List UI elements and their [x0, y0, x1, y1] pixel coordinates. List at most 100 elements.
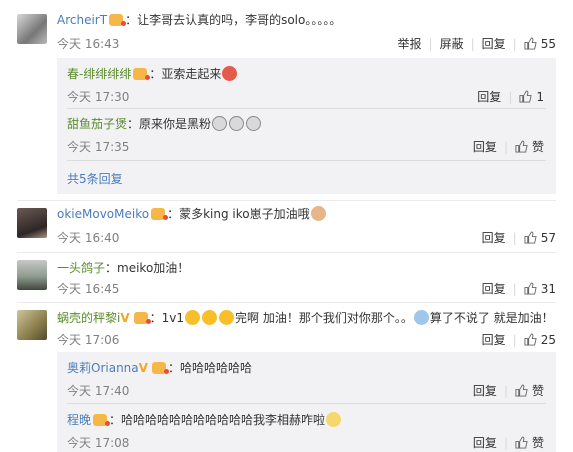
username[interactable]: 蜗壳的秤黎i [57, 311, 120, 325]
timestamp: 今天 16:40 [57, 231, 120, 245]
comment-text: ：meiko加油！ [105, 261, 190, 275]
comment-actions: 回复 | 25 [481, 333, 556, 347]
timestamp: 今天 17:30 [67, 90, 130, 104]
block-button[interactable]: 屏蔽 [440, 37, 464, 51]
like-button[interactable]: 55 [524, 37, 556, 51]
timestamp: 今天 17:08 [67, 436, 130, 450]
thumbs-up-icon [515, 436, 528, 449]
emoji-icon [222, 66, 238, 81]
comment-body: 蜗壳的秤黎iV ：1v1 完啊 加油！那个我们对你那个。。 算了不说了 就是加油！ [57, 310, 554, 326]
reply-body: 程晚 ：哈哈哈哈哈哈哈哈哈哈哈我李相赫咋啦 [67, 412, 342, 428]
like-button[interactable]: 25 [524, 333, 556, 347]
member-badge-icon [93, 414, 111, 426]
emoji-icon [202, 310, 218, 325]
reply-button[interactable]: 回复 [482, 37, 506, 51]
reply-button[interactable]: 回复 [473, 140, 497, 154]
divider [67, 160, 546, 161]
comment-item: okieMovoMeiko ：蒙多king iko崽子加油哦 今天 16:40 回… [0, 200, 573, 250]
reply-body: 春-绯绯绯绯 ：亚索走起来 [67, 66, 238, 82]
comment-text: ：让李哥去认真的吗，李哥的solo。。。。。 [125, 13, 342, 27]
emoji-icon [185, 310, 201, 325]
thumbs-up-icon [524, 37, 537, 50]
reply-button[interactable]: 回复 [473, 384, 497, 398]
reply-body: 奥莉OriannaV ：哈哈哈哈哈哈 [67, 360, 252, 376]
comment-text: 算了不说了 就是加油！ [429, 311, 554, 325]
thumbs-up-icon [515, 140, 528, 153]
reply-button[interactable]: 回复 [477, 90, 501, 104]
reply-button[interactable]: 回复 [482, 333, 506, 347]
reply-text: ：亚索走起来 [149, 67, 222, 81]
comment-body: 一头鸽子：meiko加油！ [57, 260, 189, 276]
comment-text: ：1v1 [149, 311, 185, 325]
emoji-icon [229, 116, 245, 131]
report-button[interactable]: 举报 [398, 37, 422, 51]
username[interactable]: 程晚 [67, 413, 91, 427]
like-count: 57 [540, 231, 556, 245]
member-badge-icon [109, 14, 127, 26]
divider [67, 403, 546, 404]
member-badge-icon [133, 312, 151, 324]
reply-list: 奥莉OriannaV ：哈哈哈哈哈哈 今天 17:40 回复 | 赞 程晚 ：哈哈哈哈哈… [57, 352, 556, 452]
emoji-icon [326, 412, 342, 427]
reply-button[interactable]: 回复 [482, 282, 506, 296]
like-count: 25 [540, 333, 556, 347]
username[interactable]: 甜鱼茄子煲 [67, 117, 127, 131]
like-button[interactable]: 57 [524, 231, 556, 245]
username[interactable]: 春-绯绯绯绯 [67, 67, 131, 81]
thumbs-up-icon [524, 333, 537, 346]
like-count: 55 [540, 37, 556, 51]
avatar[interactable] [17, 310, 47, 340]
more-replies-link[interactable]: 共5条回复 [67, 170, 123, 187]
avatar[interactable] [17, 260, 47, 290]
emoji-icon [246, 116, 262, 131]
comment-actions: 回复 | 57 [481, 231, 556, 245]
verified-icon: V [138, 361, 148, 375]
comment-item: 一头鸽子：meiko加油！ 今天 16:45 回复 | 31 [0, 252, 573, 300]
emoji-icon [310, 206, 326, 221]
comment-text: 完啊 加油！那个我们对你那个。。 [235, 311, 413, 325]
like-button[interactable]: 赞 [515, 384, 544, 398]
like-button[interactable]: 赞 [515, 140, 544, 154]
like-label: 赞 [531, 436, 544, 450]
thumbs-up-icon [519, 90, 533, 103]
comment-text: ：蒙多king iko崽子加油哦 [167, 207, 310, 221]
reply-actions: 回复 | 赞 [472, 140, 544, 154]
like-button[interactable]: 31 [524, 282, 556, 296]
reply-list: 春-绯绯绯绯 ：亚索走起来 今天 17:30 回复 | 1 甜鱼茄子煲：原来你是黑粉 … [57, 58, 556, 194]
like-label: 赞 [531, 140, 544, 154]
avatar[interactable] [17, 14, 47, 44]
reply-text: ：哈哈哈哈哈哈 [167, 361, 252, 375]
reply-body: 甜鱼茄子煲：原来你是黑粉 [67, 116, 262, 132]
username[interactable]: okieMovoMeiko [57, 207, 149, 221]
verified-icon: V [120, 311, 130, 325]
like-count: 31 [540, 282, 556, 296]
timestamp: 今天 16:43 [57, 37, 120, 51]
emoji-icon [219, 310, 235, 325]
comment-item: ArcheirT ：让李哥去认真的吗，李哥的solo。。。。。 今天 16:43 … [0, 0, 573, 194]
member-badge-icon [151, 362, 169, 374]
reply-actions: 回复 | 1 [477, 90, 544, 104]
username[interactable]: ArcheirT [57, 13, 107, 27]
timestamp: 今天 17:06 [57, 333, 120, 347]
comment-body: okieMovoMeiko ：蒙多king iko崽子加油哦 [57, 206, 327, 222]
avatar[interactable] [17, 208, 47, 238]
comment-item: 蜗壳的秤黎iV ：1v1 完啊 加油！那个我们对你那个。。 算了不说了 就是加油！ 今… [0, 302, 573, 452]
reply-button[interactable]: 回复 [482, 231, 506, 245]
like-button[interactable]: 赞 [515, 436, 544, 450]
thumbs-up-icon [515, 384, 528, 397]
timestamp: 今天 17:35 [67, 140, 130, 154]
thumbs-up-icon [524, 231, 537, 244]
reply-button[interactable]: 回复 [473, 436, 497, 450]
comment-actions: 举报 | 屏蔽 | 回复 | 55 [397, 37, 556, 51]
like-label: 赞 [531, 384, 544, 398]
username[interactable]: 一头鸽子 [57, 261, 105, 275]
comment-actions: 回复 | 31 [481, 282, 556, 296]
member-badge-icon [133, 68, 151, 80]
divider [67, 108, 546, 109]
timestamp: 今天 16:45 [57, 282, 120, 296]
reply-text: ：原来你是黑粉 [127, 117, 212, 131]
username[interactable]: 奥莉Orianna [67, 361, 139, 375]
like-count: 1 [536, 90, 544, 104]
like-button[interactable]: 1 [519, 90, 544, 104]
thumbs-up-icon [524, 282, 537, 295]
